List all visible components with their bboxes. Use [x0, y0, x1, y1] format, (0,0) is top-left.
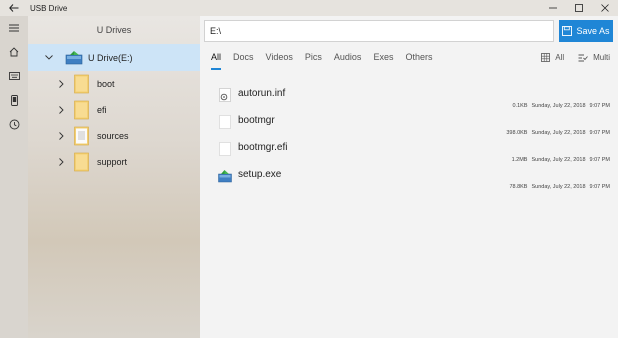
- view-toggles: All Multi: [541, 53, 610, 62]
- file-date: Sunday, July 22, 2018: [531, 157, 586, 163]
- tab-audios[interactable]: Audios: [334, 52, 362, 72]
- tab-exes[interactable]: Exes: [373, 52, 393, 72]
- nav-rail: [0, 16, 28, 338]
- back-button[interactable]: [0, 0, 28, 16]
- setup-exe-icon: [218, 170, 232, 183]
- all-view-label: All: [555, 53, 565, 62]
- history-icon: [9, 119, 19, 129]
- tree-item-support[interactable]: support: [28, 149, 200, 175]
- keyboard-button[interactable]: [0, 64, 28, 88]
- file-size: 78.8KB: [509, 184, 528, 190]
- window-title: USB Drive: [30, 3, 68, 13]
- tree-item-efi[interactable]: efi: [28, 97, 200, 123]
- usb-drive-icon: [65, 50, 83, 64]
- multi-select-icon: [578, 54, 588, 61]
- file-row[interactable]: bootmgr 398.0KB Sunday, July 22, 2018 9:07…: [218, 113, 610, 141]
- chevron-down-icon[interactable]: [43, 52, 55, 64]
- select-all-toggle[interactable]: All: [541, 53, 564, 62]
- file-time: 9:07 PM: [589, 184, 610, 190]
- tree-item-label: boot: [97, 79, 115, 89]
- tree-root-label: U Drive(E:): [88, 52, 133, 63]
- file-name: autorun.inf: [238, 88, 286, 99]
- home-icon: [9, 47, 19, 57]
- file-meta: 78.8KB Sunday, July 22, 2018 9:07 PM: [505, 184, 610, 190]
- close-icon: [601, 4, 609, 12]
- chevron-right-icon[interactable]: [55, 78, 67, 90]
- tab-docs[interactable]: Docs: [233, 52, 254, 72]
- file-time: 9:07 PM: [589, 103, 610, 109]
- keyboard-icon: [8, 72, 20, 80]
- folder-icon: [74, 74, 89, 94]
- tab-others[interactable]: Others: [405, 52, 432, 72]
- tab-videos[interactable]: Videos: [266, 52, 293, 72]
- device-button[interactable]: [0, 88, 28, 112]
- settings-file-icon: [219, 88, 231, 102]
- file-size: 398.0KB: [506, 130, 528, 136]
- tree-item-label: sources: [97, 131, 129, 141]
- file-name: bootmgr.efi: [238, 142, 288, 153]
- save-icon: [562, 26, 573, 36]
- drive-tree-panel: U Drives U Drive(E:) boot efi sources su…: [28, 16, 200, 338]
- chevron-right-icon[interactable]: [55, 130, 67, 142]
- save-as-label: Save As: [576, 26, 610, 36]
- file-name: bootmgr: [238, 115, 275, 126]
- main-pane: E:\ Save As All Docs Videos Pics Audios …: [200, 16, 618, 338]
- folder-icon: [74, 100, 89, 120]
- file-time: 9:07 PM: [589, 130, 610, 136]
- history-button[interactable]: [0, 112, 28, 136]
- title-bar: USB Drive: [0, 0, 618, 16]
- multi-select-toggle[interactable]: Multi: [578, 53, 610, 62]
- phone-icon: [10, 94, 18, 106]
- file-meta: 398.0KB Sunday, July 22, 2018 9:07 PM: [502, 130, 610, 136]
- file-date: Sunday, July 22, 2018: [531, 184, 586, 190]
- home-button[interactable]: [0, 40, 28, 64]
- file-size: 0.1KB: [512, 103, 528, 109]
- tree-root-drive[interactable]: U Drive(E:): [28, 44, 200, 71]
- close-button[interactable]: [592, 0, 618, 16]
- tree-item-label: efi: [97, 105, 107, 115]
- multi-view-label: Multi: [593, 53, 610, 62]
- path-input[interactable]: E:\: [204, 20, 554, 42]
- sidebar-header: U Drives: [96, 25, 132, 35]
- file-row[interactable]: setup.exe 78.8KB Sunday, July 22, 2018 9:0…: [218, 167, 610, 195]
- blank-file-icon: [219, 142, 231, 156]
- tab-all[interactable]: All: [211, 52, 222, 72]
- file-row[interactable]: bootmgr.efi 1.2MB Sunday, July 22, 2018 9:…: [218, 140, 610, 168]
- blank-file-icon: [219, 115, 231, 129]
- folder-icon: [74, 152, 89, 172]
- maximize-button[interactable]: [566, 0, 592, 16]
- file-meta: 1.2MB Sunday, July 22, 2018 9:07 PM: [508, 157, 610, 163]
- maximize-icon: [575, 4, 583, 12]
- back-arrow-icon: [9, 4, 19, 12]
- file-meta: 0.1KB Sunday, July 22, 2018 9:07 PM: [509, 103, 611, 109]
- tree-item-label: support: [97, 157, 128, 167]
- menu-button[interactable]: [0, 16, 28, 40]
- file-date: Sunday, July 22, 2018: [531, 130, 586, 136]
- folder-icon: [74, 126, 89, 146]
- grid-select-icon: [541, 53, 551, 62]
- tree-item-sources[interactable]: sources: [28, 123, 200, 149]
- file-date: Sunday, July 22, 2018: [531, 103, 586, 109]
- chevron-right-icon[interactable]: [55, 104, 67, 116]
- tree-item-boot[interactable]: boot: [28, 71, 200, 97]
- file-row[interactable]: autorun.inf 0.1KB Sunday, July 22, 2018 9:…: [218, 86, 610, 114]
- file-time: 9:07 PM: [589, 157, 610, 163]
- filter-tabs: All Docs Videos Pics Audios Exes Others: [211, 52, 444, 72]
- minimize-icon: [549, 7, 557, 9]
- file-name: setup.exe: [238, 169, 282, 180]
- minimize-button[interactable]: [540, 0, 566, 16]
- tab-pics[interactable]: Pics: [305, 52, 322, 72]
- chevron-right-icon[interactable]: [55, 156, 67, 168]
- file-size: 1.2MB: [511, 157, 528, 163]
- menu-icon: [9, 24, 19, 32]
- save-as-button[interactable]: Save As: [559, 20, 613, 42]
